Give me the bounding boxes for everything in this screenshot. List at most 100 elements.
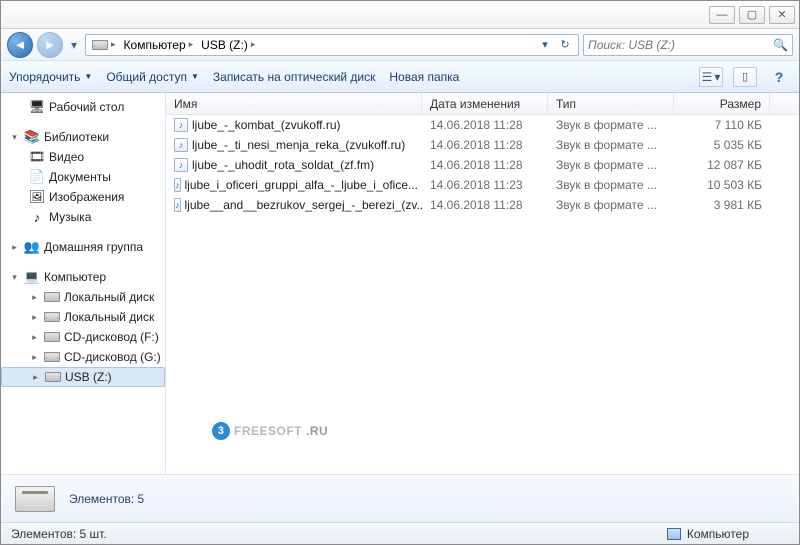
toolbar-label: Общий доступ (106, 70, 187, 84)
tree-label: Локальный диск (64, 310, 154, 324)
homegroup-icon: 👥 (24, 239, 40, 255)
details-pane: Элементов: 5 (1, 474, 799, 522)
expander-icon[interactable]: ▸ (30, 372, 41, 383)
status-right: Компьютер (667, 527, 789, 541)
status-right-label: Компьютер (687, 527, 749, 541)
search-box[interactable]: 🔍 (583, 34, 793, 56)
minimize-button[interactable]: — (709, 6, 735, 24)
tree-library-item[interactable]: 🖼Изображения (1, 187, 165, 207)
file-row[interactable]: ♪ljube_-_uhodit_rota_soldat_(zf.fm)14.06… (166, 155, 799, 175)
drive-icon (45, 369, 61, 385)
new-folder-button[interactable]: Новая папка (389, 70, 459, 84)
library-item-icon: ♪ (29, 209, 45, 225)
watermark-text-ru: .RU (306, 424, 328, 438)
close-button[interactable]: ✕ (769, 6, 795, 24)
tree-label: USB (Z:) (65, 370, 112, 384)
column-size[interactable]: Размер (674, 93, 770, 114)
tree-label: CD-дисковод (G:) (64, 350, 161, 364)
file-row[interactable]: ♪ljube_-_ti_nesi_menja_reka_(zvukoff.ru)… (166, 135, 799, 155)
forward-button[interactable]: ► (37, 32, 63, 58)
file-type-cell: Звук в формате ... (548, 138, 674, 152)
tree-homegroup[interactable]: ▸ 👥 Домашняя группа (1, 237, 165, 257)
expander-icon[interactable]: ▸ (29, 312, 40, 323)
file-name: ljube_-_kombat_(zvukoff.ru) (192, 118, 341, 132)
tree-label: Изображения (49, 190, 124, 204)
file-size-cell: 3 981 КБ (674, 198, 770, 212)
search-input[interactable] (588, 38, 769, 52)
tree-drive-item[interactable]: ▸ USB (Z:) (1, 367, 165, 387)
expander-icon[interactable]: ▾ (9, 132, 20, 143)
drive-icon (44, 329, 60, 345)
libraries-icon: 📚 (24, 129, 40, 145)
tree-libraries[interactable]: ▾ 📚 Библиотеки (1, 127, 165, 147)
expander-icon[interactable]: ▸ (29, 292, 40, 303)
organize-button[interactable]: Упорядочить ▼ (9, 70, 92, 84)
drive-icon (44, 289, 60, 305)
preview-pane-button[interactable]: ▯ (733, 67, 757, 87)
column-type[interactable]: Тип (548, 93, 674, 114)
tree-library-item[interactable]: 🎞Видео (1, 147, 165, 167)
expander-icon[interactable]: ▸ (29, 352, 40, 363)
tree-label: Видео (49, 150, 84, 164)
expander-icon[interactable]: ▸ (29, 332, 40, 343)
status-left: Элементов: 5 шт. (11, 527, 107, 541)
file-list: Имя Дата изменения Тип Размер ♪ ljube_-_k… (166, 93, 799, 474)
expander-icon[interactable]: ▾ (9, 272, 20, 283)
navigation-tree[interactable]: 🖥 Рабочий стол ▾ 📚 Библиотеки 🎞Видео📄Док… (1, 93, 166, 474)
chevron-right-icon: ▸ (189, 39, 194, 50)
file-date-cell: 14.06.2018 11:28 (422, 118, 548, 132)
column-name[interactable]: Имя (166, 93, 422, 114)
file-date-cell: 14.06.2018 11:28 (422, 158, 548, 172)
help-button[interactable]: ? (767, 67, 791, 87)
column-date[interactable]: Дата изменения (422, 93, 548, 114)
audio-file-icon: ♪ (174, 158, 188, 172)
file-row[interactable]: ♪ ljube_-_kombat_(zvukoff.ru) 14.06.2018 1… (166, 115, 799, 135)
toolbar: Упорядочить ▼ Общий доступ ▼ Записать на… (1, 61, 799, 93)
file-date-cell: 14.06.2018 11:28 (422, 138, 548, 152)
tree-library-item[interactable]: 📄Документы (1, 167, 165, 187)
share-button[interactable]: Общий доступ ▼ (106, 70, 199, 84)
navbar: ◄ ► ▾ ▸ Компьютер ▸ USB (Z:) ▸ ▾ ↻ 🔍 (1, 29, 799, 61)
chevron-right-icon: ▸ (251, 39, 256, 50)
file-size-cell: 7 110 КБ (674, 118, 770, 132)
audio-file-icon: ♪ (174, 118, 188, 132)
file-row[interactable]: ♪ljube_i_oficeri_gruppi_alfa_-_ljube_i_o… (166, 175, 799, 195)
chevron-right-icon: ▸ (111, 39, 116, 50)
tree-computer[interactable]: ▾ 💻 Компьютер (1, 267, 165, 287)
tree-label: CD-дисковод (F:) (64, 330, 159, 344)
breadcrumb-segment-computer[interactable]: Компьютер ▸ (120, 35, 198, 55)
breadcrumb-segment-usb[interactable]: USB (Z:) ▸ (197, 35, 259, 55)
breadcrumb-root[interactable]: ▸ (88, 35, 120, 55)
drive-icon (44, 309, 60, 325)
chevron-down-icon: ▾ (714, 70, 720, 84)
maximize-button[interactable]: ▢ (739, 6, 765, 24)
tree-library-item[interactable]: ♪ Музыка (1, 207, 165, 227)
tree-label: Библиотеки (44, 130, 109, 144)
refresh-button[interactable]: ↻ (556, 36, 574, 54)
file-row[interactable]: ♪ ljube__and__bezrukov_sergej_-_berezi_(z… (166, 195, 799, 215)
tree-label: Компьютер (44, 270, 106, 284)
back-button[interactable]: ◄ (7, 32, 33, 58)
burn-button[interactable]: Записать на оптический диск (213, 70, 376, 84)
audio-file-icon: ♪ (174, 138, 188, 152)
tree-drive-item[interactable]: ▸ CD-дисковод (F:) (1, 327, 165, 347)
file-name: ljube_i_oficeri_gruppi_alfa_-_ljube_i_of… (185, 178, 419, 192)
tree-drive-item[interactable]: ▸ Локальный диск (1, 307, 165, 327)
nav-history-dropdown[interactable]: ▾ (67, 32, 81, 58)
tree-desktop[interactable]: 🖥 Рабочий стол (1, 97, 165, 117)
status-bar: Элементов: 5 шт. Компьютер (1, 522, 799, 544)
file-rows: ♪ ljube_-_kombat_(zvukoff.ru) 14.06.2018 1… (166, 115, 799, 474)
tree-label: Локальный диск (64, 290, 154, 304)
address-bar[interactable]: ▸ Компьютер ▸ USB (Z:) ▸ ▾ ↻ (85, 34, 579, 56)
audio-file-icon: ♪ (174, 198, 181, 212)
expander-icon[interactable]: ▸ (9, 242, 20, 253)
address-dropdown[interactable]: ▾ (536, 36, 554, 54)
drive-icon (92, 40, 108, 50)
file-name: ljube__and__bezrukov_sergej_-_berezi_(zv… (185, 198, 423, 212)
tree-label: Музыка (49, 210, 91, 224)
tree-drive-item[interactable]: ▸ Локальный диск (1, 287, 165, 307)
view-mode-button[interactable]: ☰ ▾ (699, 67, 723, 87)
tree-drive-item[interactable]: ▸ CD-дисковод (G:) (1, 347, 165, 367)
watermark-badge: 3 (212, 422, 230, 440)
tree-label: Документы (49, 170, 111, 184)
